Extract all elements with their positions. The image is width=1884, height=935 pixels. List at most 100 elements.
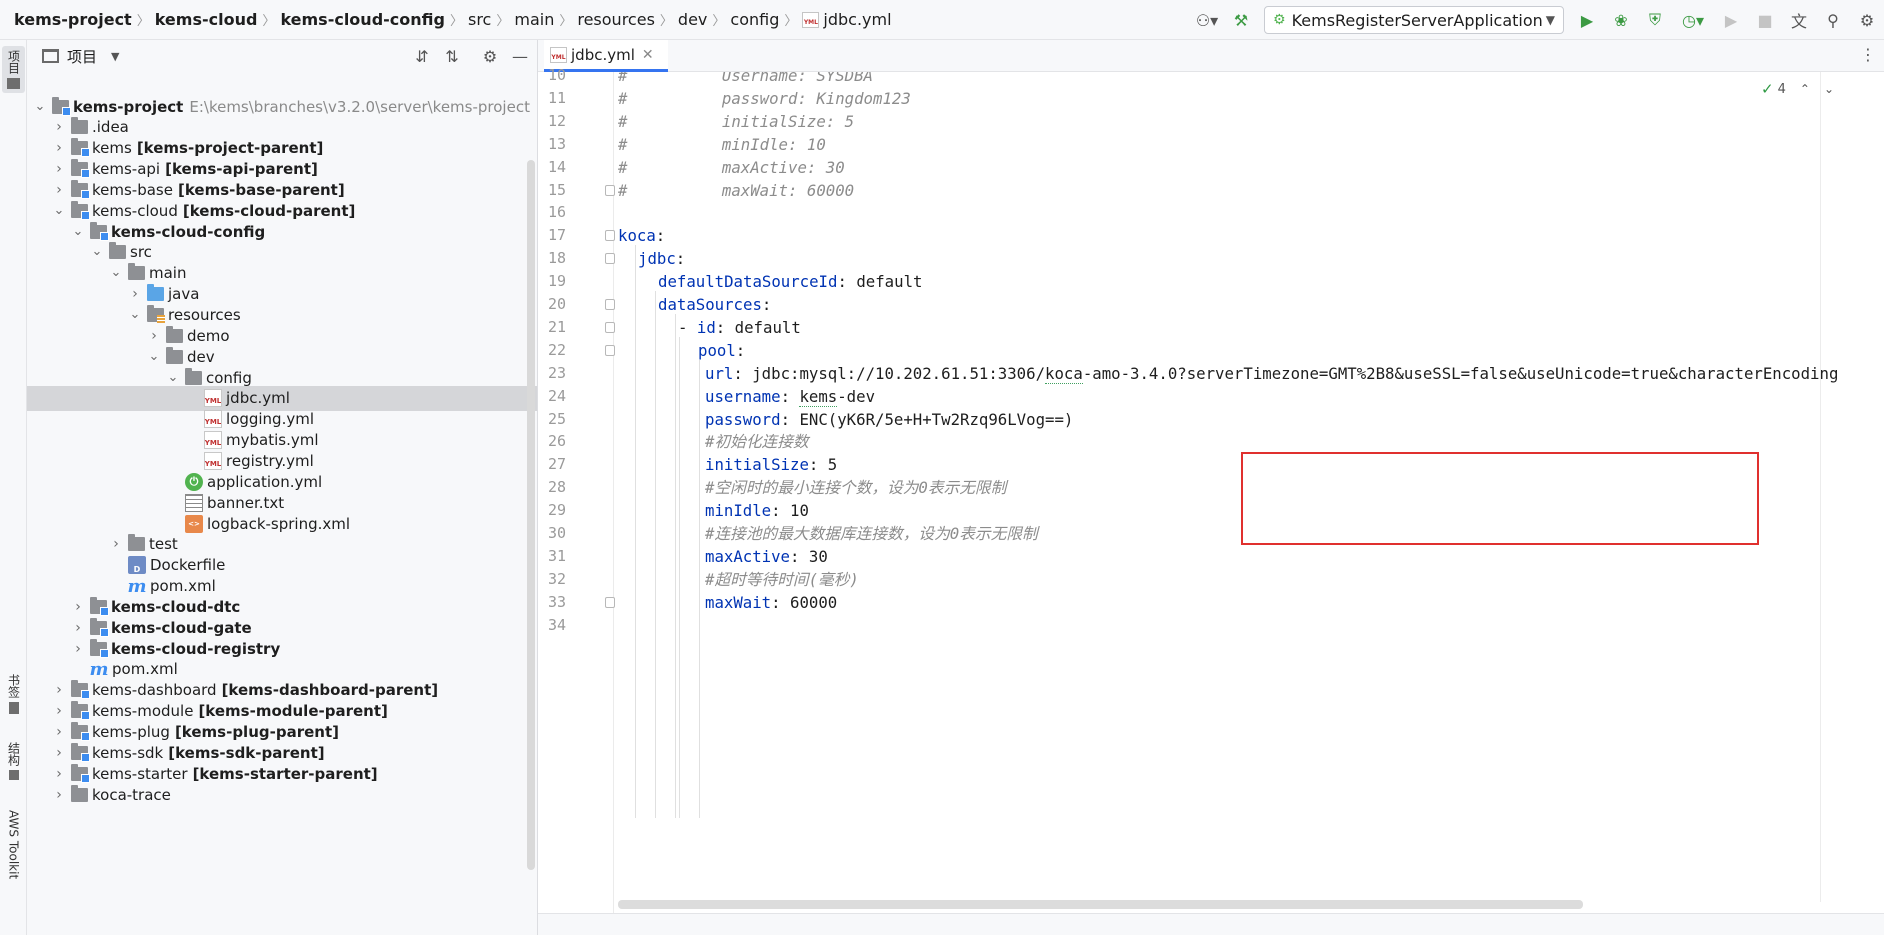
breadcrumb-item[interactable]: main bbox=[514, 10, 554, 29]
horizontal-scrollbar[interactable] bbox=[618, 900, 1583, 909]
code-token: url bbox=[705, 363, 734, 383]
chevron-right-icon[interactable]: › bbox=[50, 119, 68, 135]
chevron-right-icon[interactable]: › bbox=[69, 620, 87, 636]
code-token: dataSources bbox=[658, 295, 762, 314]
expand-all-icon[interactable]: ⇵ bbox=[407, 47, 437, 66]
tree-item-module-suffix: [kems-sdk-parent] bbox=[168, 743, 325, 762]
breadcrumb-item[interactable]: config bbox=[730, 10, 779, 29]
chevron-down-icon: ▼ bbox=[1545, 13, 1555, 27]
chevron-right-icon[interactable]: › bbox=[126, 286, 144, 302]
code-area[interactable]: # Username: SYSDBA # password: Kingdom123… bbox=[618, 72, 1884, 935]
gear-icon[interactable]: ⚙ bbox=[475, 47, 505, 66]
chevron-right-icon[interactable]: › bbox=[50, 682, 68, 698]
chevron-down-icon[interactable]: ▼ bbox=[111, 50, 119, 63]
chevron-right-icon[interactable]: › bbox=[50, 161, 68, 177]
bookmarks-tool-button[interactable]: 书签 bbox=[2, 674, 25, 714]
folder-icon bbox=[185, 367, 202, 385]
inspection-widget[interactable]: ✓ 4 ⌃ ⌄ bbox=[1761, 80, 1834, 98]
chevron-down-icon[interactable]: ⌄ bbox=[50, 204, 68, 217]
project-tree-scrollbar[interactable] bbox=[527, 160, 535, 870]
chevron-right-icon[interactable]: › bbox=[69, 641, 87, 657]
chevron-right-icon[interactable]: › bbox=[50, 140, 68, 156]
profile-icon[interactable]: ◷▾ bbox=[1675, 6, 1711, 34]
more-icon[interactable]: ⋮ bbox=[1860, 45, 1876, 64]
chevron-down-icon[interactable]: ⌄ bbox=[107, 266, 125, 279]
code-token: pool bbox=[698, 340, 736, 360]
chevron-down-icon[interactable]: ⌄ bbox=[1824, 82, 1834, 96]
module-folder-icon bbox=[71, 159, 90, 179]
chevron-right-icon[interactable]: › bbox=[69, 599, 87, 615]
gear-icon[interactable]: ⚙ bbox=[1853, 6, 1881, 34]
project-tool-button[interactable]: 项目 bbox=[2, 46, 25, 93]
breadcrumb-item[interactable]: resources bbox=[577, 10, 655, 29]
stop-icon[interactable]: ■ bbox=[1751, 6, 1779, 34]
fold-marker-icon[interactable] bbox=[605, 299, 615, 310]
fold-marker-icon[interactable] bbox=[605, 230, 615, 242]
chevron-right-icon[interactable]: › bbox=[50, 787, 68, 803]
resume-icon[interactable]: ▶ bbox=[1717, 6, 1745, 34]
chevron-right-icon[interactable]: › bbox=[145, 328, 163, 344]
module-folder-icon bbox=[71, 742, 90, 762]
project-tool-label: 项目 bbox=[6, 50, 21, 74]
breadcrumb-item[interactable]: YML jdbc.yml bbox=[802, 10, 892, 29]
yml-file-icon: YML bbox=[204, 389, 222, 408]
search-icon[interactable]: ⚲ bbox=[1819, 6, 1847, 34]
run-configuration-selector[interactable]: ⚙ KemsRegisterServerApplication ▼ bbox=[1264, 6, 1564, 34]
chevron-right-icon[interactable]: › bbox=[50, 724, 68, 740]
chevron-right-icon[interactable]: › bbox=[50, 745, 68, 761]
tree-item[interactable]: › koca-trace bbox=[27, 782, 537, 807]
debug-icon[interactable]: ❀ bbox=[1607, 6, 1635, 34]
chevron-up-icon[interactable]: ⌃ bbox=[1800, 82, 1810, 96]
breadcrumb-label: main bbox=[514, 10, 555, 29]
aws-toolkit-button[interactable]: AWS Toolkit bbox=[2, 810, 25, 879]
code-token: : bbox=[655, 226, 666, 246]
collapse-all-icon[interactable]: ⇅ bbox=[437, 47, 467, 66]
chevron-right-icon[interactable]: › bbox=[107, 536, 125, 552]
chevron-down-icon[interactable]: ⌄ bbox=[88, 245, 106, 258]
coverage-icon[interactable]: ⛨ bbox=[1641, 6, 1669, 34]
breadcrumb-item[interactable]: kems-project bbox=[14, 10, 132, 29]
chevron-down-icon[interactable]: ⌄ bbox=[31, 100, 49, 113]
tree-item-label: java bbox=[168, 285, 200, 304]
chevron-down-icon[interactable]: ⌄ bbox=[69, 225, 87, 238]
chevron-right-icon[interactable]: › bbox=[50, 766, 68, 782]
fold-marker-icon[interactable] bbox=[605, 596, 615, 608]
code-token: minIdle bbox=[705, 501, 772, 521]
fold-marker-icon[interactable] bbox=[605, 253, 615, 265]
code-token: username bbox=[705, 386, 781, 406]
tab-label: jdbc.yml bbox=[571, 45, 635, 64]
module-folder-icon bbox=[90, 638, 109, 658]
chevron-right-icon[interactable]: › bbox=[50, 182, 68, 198]
project-panel-title[interactable]: 项目 bbox=[67, 46, 97, 67]
tree-item-label: application.yml bbox=[207, 472, 323, 491]
code-token: # initialSize: 5 bbox=[618, 111, 855, 131]
chevron-down-icon[interactable]: ⌄ bbox=[164, 371, 182, 384]
chevron-right-icon[interactable]: › bbox=[50, 703, 68, 719]
close-icon[interactable]: ✕ bbox=[642, 47, 654, 63]
code-token: - bbox=[678, 317, 697, 337]
structure-tool-label: 结构 bbox=[6, 742, 21, 766]
user-icon[interactable]: ⚇▾ bbox=[1193, 6, 1221, 34]
hide-panel-icon[interactable]: — bbox=[505, 47, 535, 66]
code-token: initialSize bbox=[705, 455, 809, 475]
chevron-down-icon[interactable]: ⌄ bbox=[126, 308, 144, 321]
chevron-down-icon[interactable]: ⌄ bbox=[145, 350, 163, 363]
fold-marker-icon[interactable] bbox=[605, 344, 615, 356]
breadcrumb-item[interactable]: dev bbox=[678, 10, 707, 29]
translate-icon[interactable]: 文 bbox=[1785, 6, 1813, 34]
fold-marker-icon[interactable] bbox=[605, 321, 615, 333]
tree-item-path: E:\kems\branches\v3.2.0\server\kems-proj… bbox=[189, 97, 530, 116]
breadcrumb-item[interactable]: src bbox=[468, 10, 491, 29]
structure-tool-button[interactable]: 结构 bbox=[2, 742, 25, 780]
breadcrumb-item[interactable]: kems-cloud-config bbox=[280, 10, 445, 29]
hammer-icon[interactable]: ⚒ bbox=[1227, 6, 1255, 34]
run-icon[interactable]: ▶ bbox=[1573, 6, 1601, 34]
breadcrumb-label: src bbox=[467, 10, 492, 29]
code-token: password bbox=[705, 409, 781, 429]
folder-icon bbox=[71, 117, 88, 135]
fold-marker-icon[interactable] bbox=[605, 184, 615, 196]
breadcrumb: kems-project 〉 kems-cloud 〉 kems-cloud-confi… bbox=[0, 10, 892, 29]
code-token: -dev bbox=[837, 386, 876, 406]
breadcrumb-item[interactable]: kems-cloud bbox=[155, 10, 258, 29]
text-file-icon bbox=[185, 493, 203, 512]
